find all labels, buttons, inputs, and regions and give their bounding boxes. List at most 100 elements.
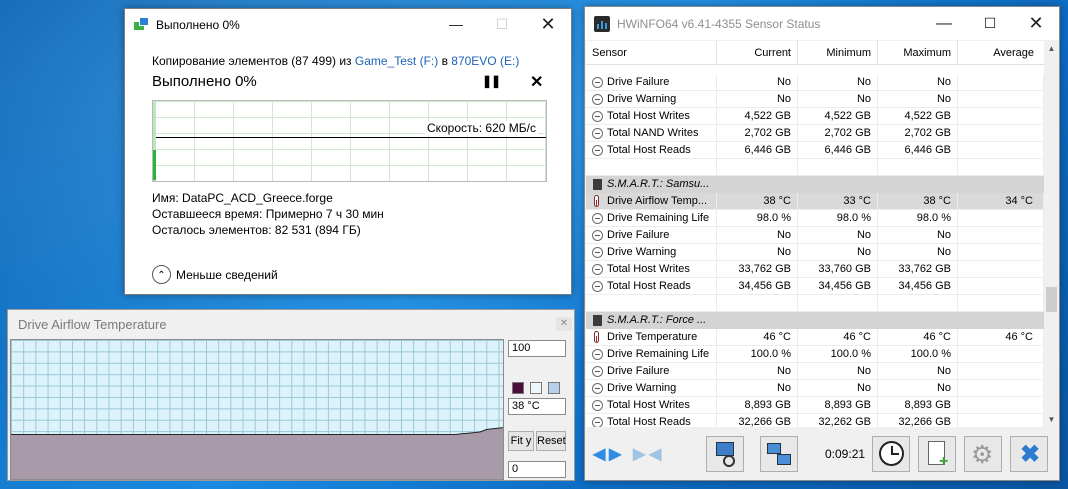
maximize-button[interactable]: ☐ [479,9,525,40]
value-avg-cell [958,380,1044,397]
settings-button[interactable]: ⚙ [964,436,1002,472]
sensor-group-row[interactable]: S.M.A.R.T.: Force ... [586,312,1044,329]
hwinfo-maximize-button[interactable]: ☐ [967,7,1013,40]
value-cur-cell: No [717,380,798,397]
percent-complete-label: Выполнено 0% [152,73,257,90]
network-pc-icon [767,443,781,454]
arrow-left-faded-icon: ◀ [649,446,662,463]
round-gauge-icon [592,417,603,427]
value-avg-cell [958,261,1044,278]
thermometer-icon [594,195,599,207]
exit-button[interactable]: ✖ [1010,436,1048,472]
line-color-swatch[interactable] [512,382,524,394]
column-sensor[interactable]: Sensor [586,41,717,65]
sensor-row[interactable]: Drive Airflow Temp... 38 °C 33 °C 38 °C 34 °… [586,193,1044,210]
sensor-row[interactable]: Total Host Reads 32,266 GB 32,262 GB 32,266… [586,414,1044,427]
sensor-table-header: Sensor Current Minimum Maximum Average [586,41,1044,65]
value-min-cell: 34,456 GB [798,278,878,295]
value-avg-cell: 34 °C [958,193,1044,210]
sensor-row[interactable]: Total Host Writes 8,893 GB 8,893 GB 8,893 G… [586,397,1044,414]
scroll-down-arrow-icon[interactable]: ▼ [1044,412,1059,427]
value-avg-cell [958,91,1044,108]
scroll-up-arrow-icon[interactable]: ▲ [1044,41,1059,56]
log-file-button[interactable]: + [918,436,956,472]
sensor-row[interactable]: Total Host Writes 4,522 GB 4,522 GB 4,522 G… [586,108,1044,125]
nav-collapse-button[interactable]: ▶ ◀ [631,436,669,472]
sensor-name-cell [586,159,717,176]
arrow-right-faded-icon: ▶ [633,446,646,463]
sensor-name-cell: Drive Remaining Life [586,210,717,227]
destination-link[interactable]: 870EVO (E:) [451,54,519,68]
fit-y-button[interactable]: Fit y [508,431,534,451]
value-cur-cell: 46 °C [717,329,798,346]
graph-max-field[interactable]: 100 [508,340,566,357]
sensor-row[interactable]: Drive Remaining Life 100.0 % 100.0 % 100.0 … [586,346,1044,363]
sensor-name-cell: S.M.A.R.T.: Force ... [586,312,717,329]
value-cur-cell: No [717,74,798,91]
reset-graph-button[interactable]: Reset [536,431,566,451]
network-button[interactable] [760,436,798,472]
round-gauge-icon [592,349,603,360]
sensor-monitor-button[interactable] [706,436,744,472]
column-minimum[interactable]: Minimum [798,41,878,65]
fewer-details-button[interactable]: ⌃ Меньше сведений [152,265,292,287]
sensor-name-cell: Drive Remaining Life [586,346,717,363]
hwinfo-close-button[interactable]: ✕ [1013,7,1059,40]
column-current[interactable]: Current [717,41,798,65]
arrow-right-icon: ▶ [609,446,622,463]
hwinfo-minimize-button[interactable]: — [921,7,967,40]
sensor-label: Total Host Reads [607,416,691,427]
sensor-row[interactable]: Drive Warning No No No [586,244,1044,261]
sensor-row[interactable]: Drive Warning No No No [586,380,1044,397]
column-average[interactable]: Average [958,41,1044,65]
background-color-swatch[interactable] [530,382,542,394]
value-cur-cell: No [717,244,798,261]
pause-button[interactable]: ❚❚ [482,74,501,88]
sensor-row[interactable]: Drive Failure No No No [586,363,1044,380]
value-cur-cell [717,159,798,176]
graph-close-button[interactable]: ✕ [556,317,572,331]
value-max-cell: No [878,74,958,91]
sensor-row[interactable]: Drive Temperature 46 °C 46 °C 46 °C 46 °C [586,329,1044,346]
value-cur-cell: 32,266 GB [717,414,798,427]
sensor-name-cell: Total Host Reads [586,142,717,159]
blank-row [586,159,1044,176]
sensor-label: Total Host Reads [607,144,691,156]
scrollbar-thumb[interactable] [1046,287,1057,312]
speed-graph-grid [155,101,546,181]
value-min-cell: 33 °C [798,193,878,210]
network-pc2-icon [777,454,791,465]
sensor-name-cell: Drive Failure [586,363,717,380]
sensor-row[interactable]: Total Host Writes 33,762 GB 33,760 GB 33,76… [586,261,1044,278]
sensor-row[interactable]: Total Host Reads 34,456 GB 34,456 GB 34,456… [586,278,1044,295]
value-min-cell: No [798,380,878,397]
arrow-left-icon: ◀ [593,446,606,463]
value-avg-cell [958,244,1044,261]
value-min-cell [798,312,878,329]
sensor-row[interactable]: Total Host Reads 6,446 GB 6,446 GB 6,446 GB [586,142,1044,159]
cancel-copy-button[interactable]: ✕ [530,72,543,92]
sensor-row[interactable]: Drive Failure No No No [586,74,1044,91]
value-avg-cell [958,346,1044,363]
speed-label: Скорость: 620 МБ/с [424,121,538,135]
reset-timer-button[interactable] [872,436,910,472]
value-max-cell: 33,762 GB [878,261,958,278]
temperature-area [11,427,503,479]
value-cur-cell: 2,702 GB [717,125,798,142]
graph-min-field[interactable]: 0 [508,461,566,478]
value-min-cell: No [798,363,878,380]
column-maximum[interactable]: Maximum [878,41,958,65]
source-link[interactable]: Game_Test (F:) [355,54,438,68]
sensor-row[interactable]: Drive Failure No No No [586,227,1044,244]
sensor-group-row[interactable]: S.M.A.R.T.: Samsu... [586,176,1044,193]
sensor-row[interactable]: Drive Warning No No No [586,91,1044,108]
sensor-row[interactable]: Drive Remaining Life 98.0 % 98.0 % 98.0 % [586,210,1044,227]
round-gauge-icon [592,145,603,156]
drive-icon [593,179,602,190]
sensor-scrollbar[interactable]: ▲ ▼ [1044,41,1059,427]
nav-left-right-button[interactable]: ◀ ▶ [591,436,629,472]
sensor-row[interactable]: Total NAND Writes 2,702 GB 2,702 GB 2,702 G… [586,125,1044,142]
minimize-button[interactable]: — [433,9,479,40]
close-button[interactable]: ✕ [525,9,571,40]
grid-color-swatch[interactable] [548,382,560,394]
